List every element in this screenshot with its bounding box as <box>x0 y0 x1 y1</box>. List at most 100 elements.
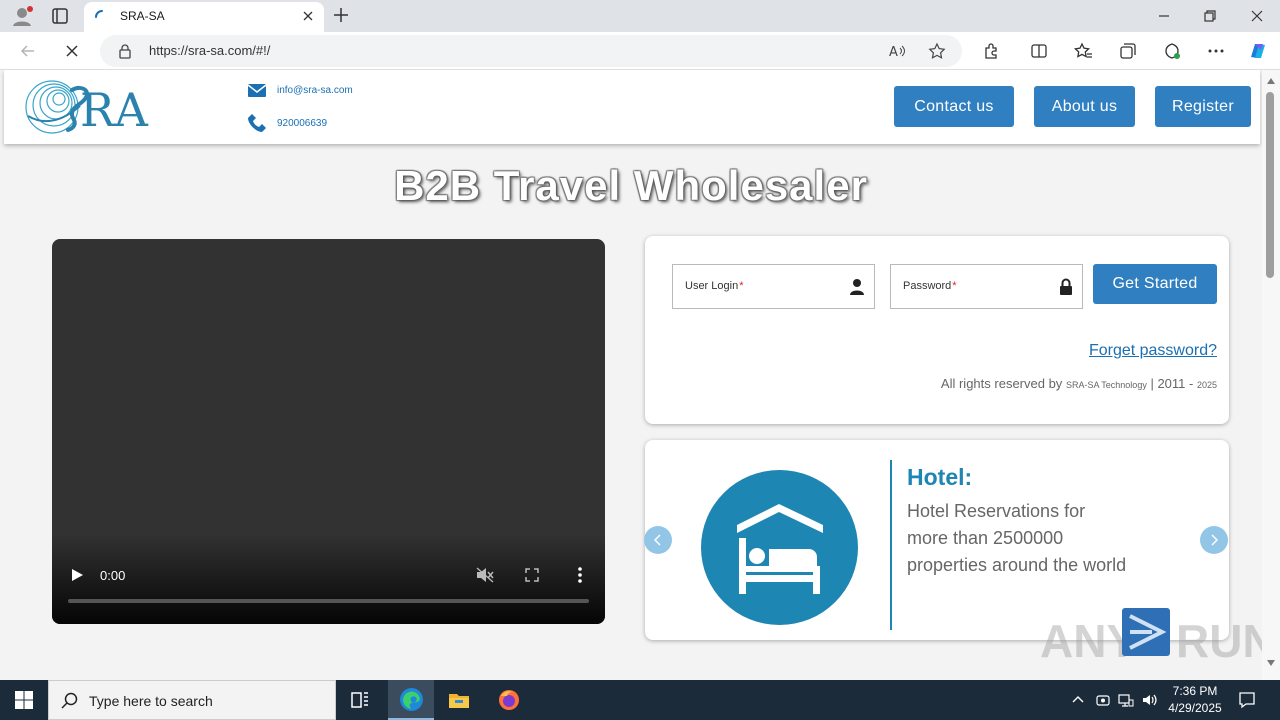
clock-time: 7:36 PM <box>1172 684 1218 698</box>
user-login-label-text: User Login <box>685 280 739 292</box>
favorite-star-icon[interactable] <box>928 42 946 60</box>
forget-password-link[interactable]: Forget password? <box>1089 342 1217 360</box>
password-label: Password* <box>903 280 957 292</box>
notifications-icon[interactable] <box>1238 691 1256 709</box>
close-tab-icon[interactable] <box>300 8 316 24</box>
email-contact[interactable]: info@sra-sa.com <box>247 80 353 100</box>
slide-divider <box>890 460 892 630</box>
stop-loading-icon[interactable] <box>62 41 82 61</box>
new-tab-icon[interactable] <box>332 6 350 24</box>
taskbar-search[interactable]: Type here to search <box>48 680 336 720</box>
tab-actions-icon[interactable] <box>50 6 70 26</box>
page-scrollbar[interactable] <box>1262 70 1280 680</box>
browser-tab[interactable]: SRA-SA <box>84 2 324 32</box>
rights-prefix: All rights reserved by <box>940 376 1063 391</box>
clock-date: 4/29/2025 <box>1168 701 1222 715</box>
slider-next-button[interactable] <box>1200 526 1228 554</box>
search-icon <box>61 692 78 709</box>
video-player[interactable]: 0:00 <box>52 239 605 624</box>
split-screen-icon[interactable] <box>1029 41 1049 61</box>
phone-contact[interactable]: 920006639 <box>247 113 327 133</box>
windows-taskbar: Type here to search 7:36 PM 4/29/2025 <box>0 680 1280 720</box>
user-login-label: User Login* <box>685 280 743 292</box>
about-us-button[interactable]: About us <box>1034 86 1135 127</box>
task-view-icon[interactable] <box>348 688 372 712</box>
sra-logo[interactable]: RA <box>22 76 172 138</box>
close-window-icon[interactable] <box>1247 6 1267 26</box>
browser-tab-bar: SRA-SA <box>0 0 1280 32</box>
extensions-icon[interactable] <box>981 41 1001 61</box>
address-toolbar: https://sra-sa.com/#!/ A <box>0 32 1280 70</box>
fullscreen-icon[interactable] <box>525 568 539 582</box>
meet-now-icon[interactable] <box>1095 692 1111 708</box>
browser-essentials-icon[interactable] <box>1162 41 1182 61</box>
svg-text:A: A <box>889 45 898 60</box>
windows-start-icon[interactable] <box>14 690 34 710</box>
watermark-right-text: RUN <box>1176 615 1262 667</box>
edge-icon <box>400 688 423 711</box>
required-mark: * <box>739 280 744 292</box>
rights-company: SRA-SA Technology <box>1065 380 1147 390</box>
address-bar[interactable]: https://sra-sa.com/#!/ A <box>100 35 962 67</box>
user-icon <box>850 279 864 295</box>
email-text[interactable]: info@sra-sa.com <box>277 85 353 96</box>
network-icon[interactable] <box>1118 692 1134 708</box>
muted-icon[interactable] <box>476 567 494 583</box>
get-started-button[interactable]: Get Started <box>1093 264 1217 304</box>
system-clock[interactable]: 7:36 PM 4/29/2025 <box>1160 683 1230 717</box>
volume-icon[interactable] <box>1142 692 1158 708</box>
scroll-down-arrow-icon[interactable] <box>1267 660 1275 666</box>
file-explorer-icon[interactable] <box>447 688 471 712</box>
register-button[interactable]: Register <box>1155 86 1251 127</box>
collections-icon[interactable] <box>1118 41 1138 61</box>
login-card: User Login* Password* Get Started Forget… <box>645 236 1229 424</box>
envelope-icon <box>247 84 267 97</box>
slide-description: Hotel Reservations for more than 2500000… <box>907 501 1127 575</box>
anyrun-logo-icon <box>1122 608 1170 656</box>
required-mark: * <box>952 280 957 292</box>
svg-text:RA: RA <box>80 83 149 137</box>
hero-title: B2B Travel Wholesaler <box>394 162 868 209</box>
scroll-up-arrow-icon[interactable] <box>1267 78 1275 84</box>
video-controls-gradient <box>52 534 605 624</box>
minimize-icon[interactable] <box>1154 6 1174 26</box>
video-time: 0:00 <box>100 568 126 583</box>
anyrun-watermark: ANY RUN <box>1040 606 1262 676</box>
tab-title: SRA-SA <box>120 9 165 23</box>
profile-icon[interactable] <box>10 5 34 27</box>
scroll-thumb[interactable] <box>1266 92 1274 278</box>
contact-us-button[interactable]: Contact us <box>894 86 1014 127</box>
rights-years: | 2011 - <box>1150 376 1194 391</box>
site-header: RA info@sra-sa.com 920006639 Contact us … <box>4 70 1260 144</box>
lock-icon[interactable] <box>118 43 132 59</box>
copilot-icon[interactable] <box>1246 39 1270 63</box>
back-icon[interactable] <box>18 41 38 61</box>
password-field[interactable]: Password* <box>890 264 1083 309</box>
loading-icon <box>95 10 103 18</box>
slider-prev-button[interactable] <box>644 526 672 554</box>
video-progress-bar[interactable] <box>68 599 589 603</box>
url-text[interactable]: https://sra-sa.com/#!/ <box>149 43 270 58</box>
favorites-icon[interactable] <box>1073 41 1093 61</box>
more-menu-icon[interactable] <box>1206 41 1226 61</box>
search-placeholder: Type here to search <box>89 693 213 709</box>
restore-icon[interactable] <box>1200 6 1220 26</box>
video-options-icon[interactable] <box>577 567 583 583</box>
chevron-left-icon <box>653 534 661 546</box>
page-viewport: RA info@sra-sa.com 920006639 Contact us … <box>0 70 1262 680</box>
rights-year-end: 2025 <box>1196 380 1217 390</box>
read-aloud-icon[interactable]: A <box>888 42 906 60</box>
phone-icon <box>248 114 266 132</box>
play-icon[interactable] <box>70 568 84 582</box>
tray-overflow-chevron-icon[interactable] <box>1070 692 1086 708</box>
chevron-right-icon <box>1211 534 1219 546</box>
edge-taskbar-button[interactable] <box>388 680 434 720</box>
firefox-icon[interactable] <box>497 688 521 712</box>
phone-text[interactable]: 920006639 <box>277 118 327 129</box>
hotel-bed-icon <box>701 470 858 625</box>
slide-title: Hotel: <box>907 464 973 490</box>
user-login-field[interactable]: User Login* <box>672 264 875 309</box>
password-label-text: Password <box>903 280 952 292</box>
copyright-text: All rights reserved by SRA-SA Technology… <box>941 376 1217 391</box>
lock-icon <box>1060 278 1072 295</box>
